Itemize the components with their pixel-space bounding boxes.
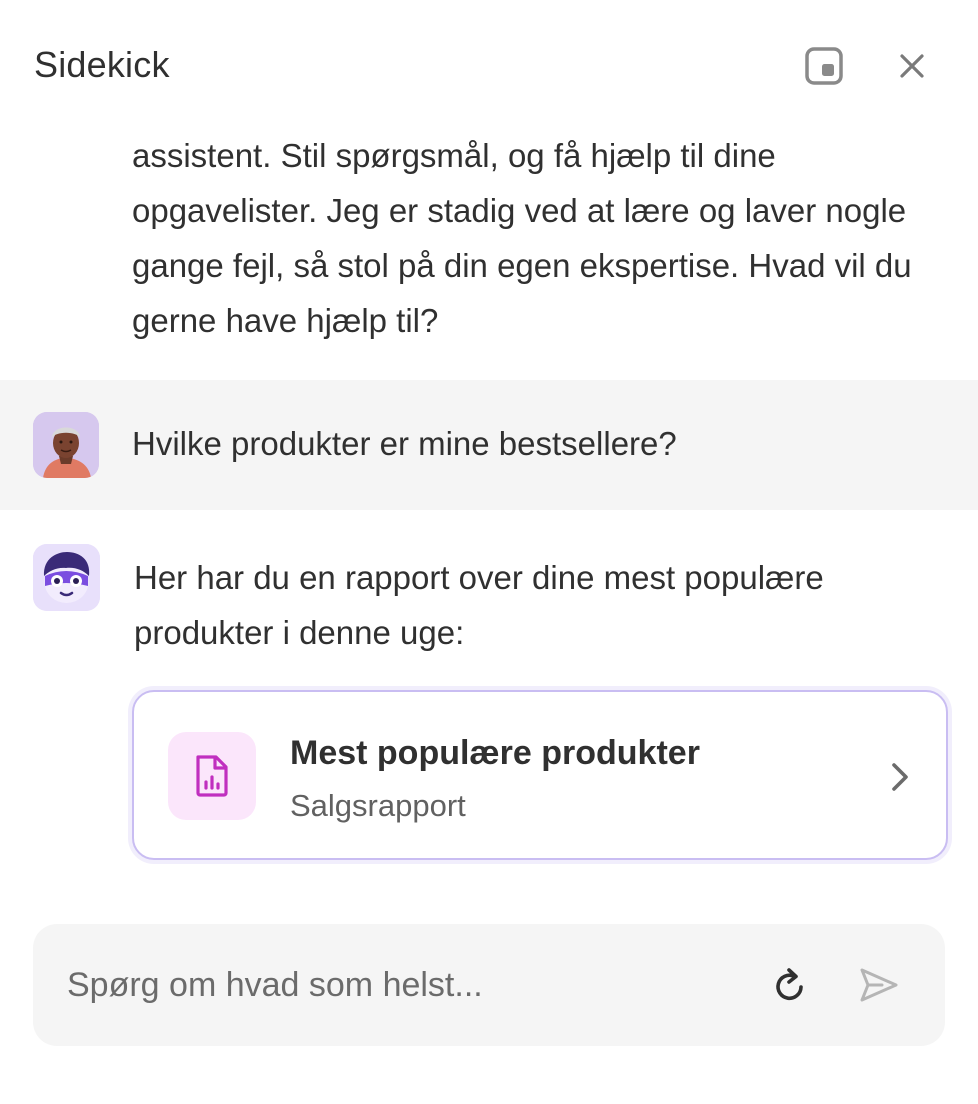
refresh-icon bbox=[776, 968, 803, 1001]
send-icon bbox=[860, 968, 898, 1002]
sidekick-panel: Sidekick assistent. Stil spørgsmål, og f… bbox=[0, 0, 978, 1104]
message-composer bbox=[33, 924, 945, 1046]
assistant-message-text: Her har du en rapport over dine mest pop… bbox=[134, 559, 824, 651]
report-title: Mest populære produkter bbox=[290, 734, 700, 772]
close-button[interactable] bbox=[888, 42, 936, 90]
user-avatar bbox=[33, 412, 99, 478]
chevron-right-icon bbox=[880, 754, 920, 800]
popout-button[interactable] bbox=[800, 42, 848, 90]
popout-window-icon bbox=[805, 47, 843, 85]
report-icon-container bbox=[168, 732, 256, 820]
report-card[interactable]: Mest populære produkter Salgsrapport bbox=[132, 690, 948, 860]
panel-header: Sidekick bbox=[0, 0, 978, 120]
user-message-row: Hvilke produkter er mine bestsellere? bbox=[0, 380, 978, 510]
panel-title: Sidekick bbox=[34, 44, 170, 85]
assistant-intro-message: assistent. Stil spørgsmål, og få hjælp t… bbox=[132, 137, 912, 339]
send-button[interactable] bbox=[855, 962, 903, 1008]
sidekick-avatar bbox=[33, 544, 100, 611]
refresh-button[interactable] bbox=[767, 962, 813, 1008]
user-message-text: Hvilke produkter er mine bestsellere? bbox=[132, 425, 677, 462]
message-input[interactable] bbox=[67, 960, 727, 1010]
report-document-icon bbox=[196, 755, 228, 797]
close-icon bbox=[900, 54, 924, 78]
report-subtitle: Salgsrapport bbox=[290, 788, 466, 823]
